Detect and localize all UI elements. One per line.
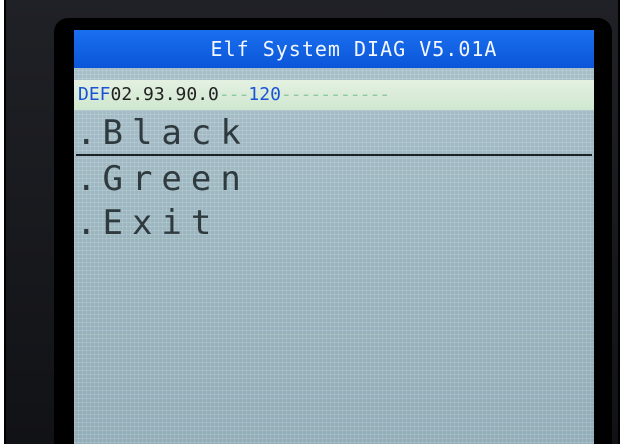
info-number: 120 [248, 84, 281, 105]
diagnostic-device: Elf System DIAG V5.01A DEF02.93.90.0---1… [4, 0, 620, 444]
menu-item-label: Exit [102, 203, 221, 243]
info-prefix: DEF [78, 84, 111, 105]
menu-item-black[interactable]: .Black [76, 112, 592, 156]
menu-item-label: Green [102, 159, 250, 199]
menu-bullet: . [76, 203, 103, 243]
title-bar: Elf System DIAG V5.01A [74, 30, 594, 68]
app-title: Elf System DIAG V5.01A [210, 37, 498, 61]
menu-item-exit[interactable]: .Exit [76, 202, 220, 244]
menu-item-green[interactable]: .Green [76, 158, 250, 200]
version-code: 02.93.90.0 [110, 84, 219, 105]
menu-item-label: Black [102, 113, 250, 153]
menu-bullet: . [76, 113, 103, 153]
menu-bullet: . [76, 159, 103, 199]
info-dash-2: ----------- [280, 84, 390, 105]
version-info-row: DEF02.93.90.0---120----------- [74, 80, 594, 110]
info-dash-1: --- [218, 84, 249, 105]
lcd-screen: Elf System DIAG V5.01A DEF02.93.90.0---1… [74, 30, 594, 444]
